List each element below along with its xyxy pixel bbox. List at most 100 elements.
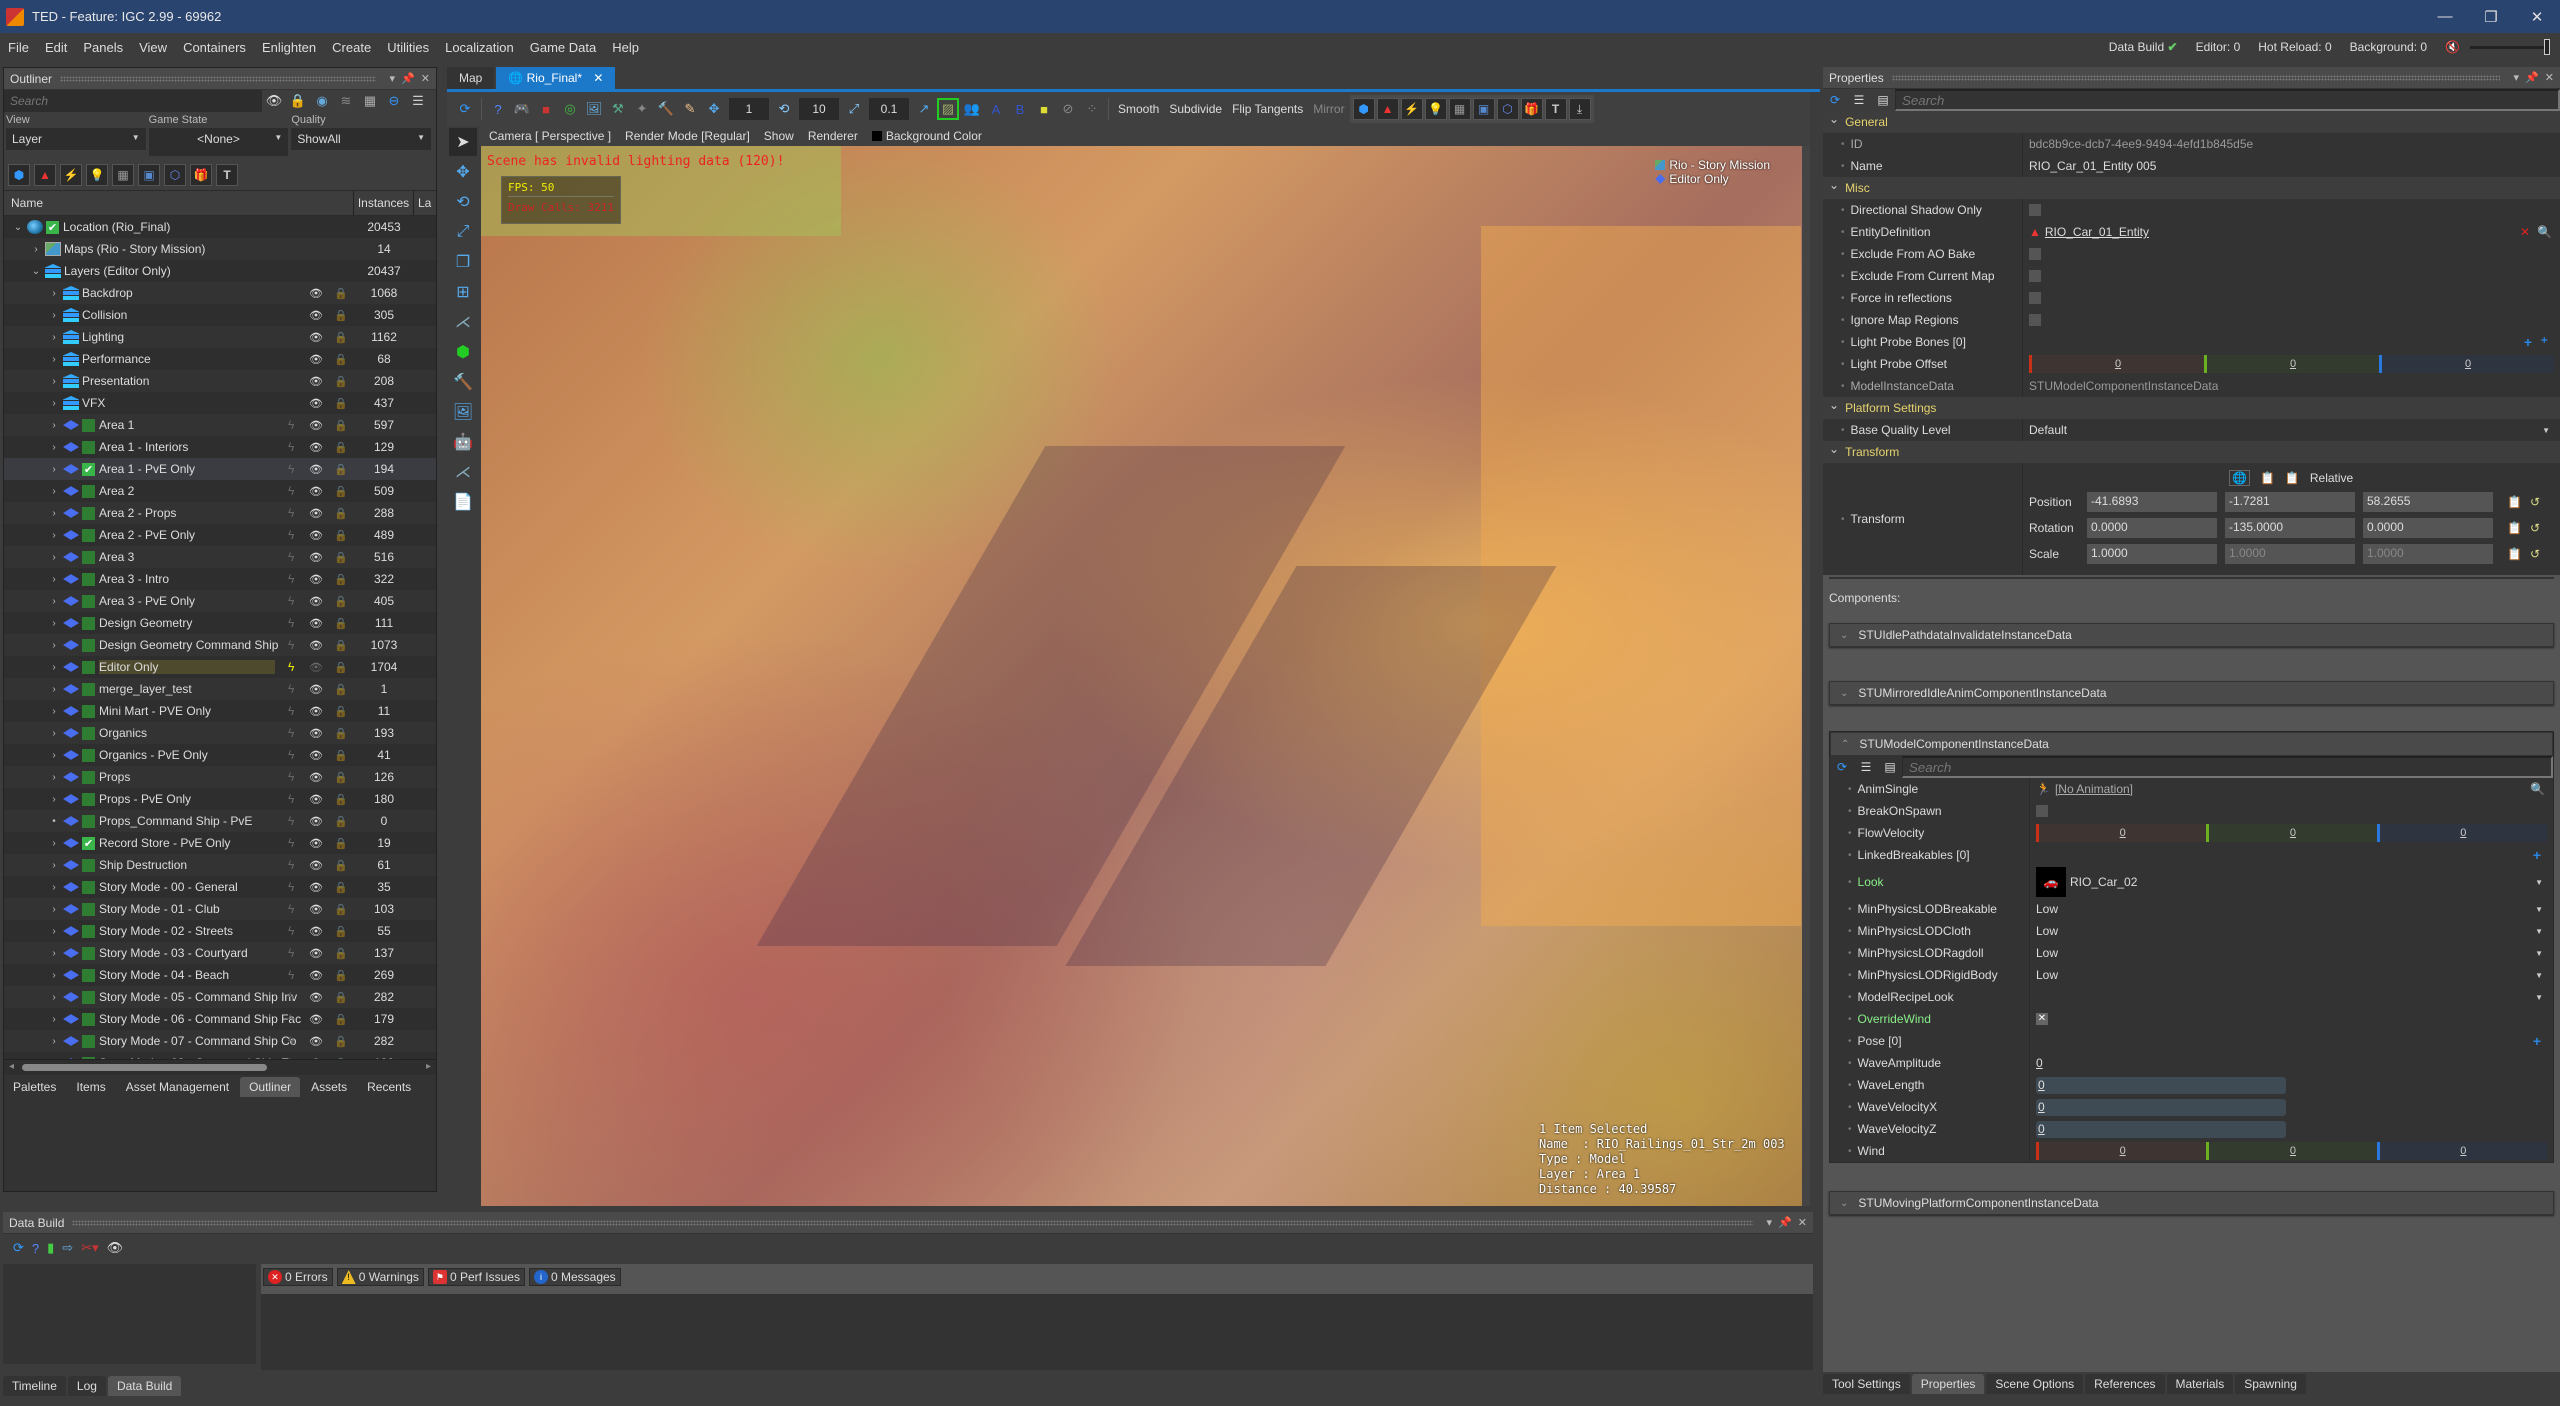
lightning-icon[interactable]: ϟ: [288, 660, 294, 674]
visibility-eye-icon[interactable]: 👁: [309, 727, 323, 740]
menu-edit[interactable]: Edit: [37, 40, 75, 55]
layer-checkbox[interactable]: [82, 638, 95, 652]
wave-velocity-x-slider[interactable]: 0: [2036, 1098, 2286, 1116]
layer-checkbox[interactable]: [82, 528, 95, 542]
expand-arrow-icon[interactable]: ›: [48, 970, 60, 981]
tab-items[interactable]: Items: [67, 1077, 115, 1097]
visibility-eye-icon[interactable]: 👁: [309, 287, 323, 300]
add-multiple-icon[interactable]: ⁺: [2541, 334, 2548, 351]
visibility-eye-icon[interactable]: 👁: [309, 749, 323, 762]
menu-enlighten[interactable]: Enlighten: [254, 40, 324, 55]
layer-checkbox[interactable]: [82, 1012, 95, 1026]
x-field[interactable]: 0: [2029, 355, 2204, 373]
visibility-eye-icon[interactable]: 👁: [309, 881, 323, 894]
green-cube-icon[interactable]: ⬢: [449, 338, 477, 366]
layer-checkbox[interactable]: [82, 902, 95, 916]
lightning-icon[interactable]: ϟ: [288, 748, 294, 762]
expand-arrow-icon[interactable]: ›: [48, 618, 60, 629]
lod-ragdoll-select[interactable]: Low: [2030, 942, 2553, 964]
z-field[interactable]: 0: [2376, 824, 2547, 842]
tree-row[interactable]: › Editor Only ϟ 👁 🔒 1704: [4, 656, 436, 678]
layer-checkbox[interactable]: ✔: [82, 462, 95, 476]
entity-icon[interactable]: ⬢: [1352, 98, 1375, 120]
new-document-icon[interactable]: 📄: [449, 488, 477, 516]
hexagon-icon[interactable]: ⬡: [1496, 98, 1519, 120]
visibility-eye-icon[interactable]: 👁: [309, 1013, 323, 1026]
robot-icon[interactable]: 🤖: [449, 428, 477, 456]
lock-icon[interactable]: 🔒: [334, 837, 348, 850]
flip-tangents-button[interactable]: Flip Tangents: [1232, 102, 1303, 116]
tab-timeline[interactable]: Timeline: [3, 1376, 66, 1396]
visibility-eye-icon[interactable]: 👁: [309, 617, 323, 630]
entity-filter-icon[interactable]: ⬢: [8, 164, 30, 186]
speaker-muted-icon[interactable]: 🔇: [2445, 40, 2460, 54]
expand-arrow-icon[interactable]: ›: [48, 596, 60, 607]
gallery-icon[interactable]: 🖼: [449, 398, 477, 426]
bandage-icon[interactable]: ✎: [681, 100, 699, 118]
mirror-button[interactable]: Mirror: [1313, 102, 1344, 116]
expand-arrow-icon[interactable]: ›: [48, 794, 60, 805]
lock-icon[interactable]: 🔒: [334, 529, 348, 542]
lock-icon[interactable]: 🔒: [334, 419, 348, 432]
lock-icon[interactable]: 🔒: [334, 463, 348, 476]
close-window-button[interactable]: ✕: [2514, 0, 2560, 33]
outliner-horizontal-scrollbar[interactable]: ◂ ▸: [4, 1059, 436, 1075]
tree-row[interactable]: › Props - PvE Only ϟ 👁 🔒 180: [4, 788, 436, 810]
expand-arrow-icon[interactable]: ›: [48, 464, 60, 475]
pin-icon[interactable]: 📌: [1778, 1216, 1792, 1229]
tree-row[interactable]: › ✔ Area 1 - PvE Only ϟ 👁 🔒 194: [4, 458, 436, 480]
scale-snap-input[interactable]: 0.1: [869, 98, 909, 120]
name-field[interactable]: RIO_Car_01_Entity 005: [2023, 155, 2560, 177]
translate-snap-icon[interactable]: ✥: [705, 100, 723, 118]
expand-arrow-icon[interactable]: ›: [48, 1036, 60, 1047]
close-panel-icon[interactable]: ✕: [1798, 1216, 1807, 1229]
tree-row[interactable]: › Story Mode - 02 - Streets ϟ 👁 🔒 55: [4, 920, 436, 942]
lightning-icon[interactable]: ϟ: [288, 550, 294, 564]
lock-icon[interactable]: 🔒: [334, 925, 348, 938]
wave-amplitude-field[interactable]: 0: [2030, 1052, 2553, 1074]
robot-bone-icon[interactable]: ⋌: [449, 458, 477, 486]
layer-checkbox[interactable]: [82, 814, 95, 828]
help-icon[interactable]: ?: [32, 1241, 39, 1256]
expand-arrow-icon[interactable]: ›: [48, 926, 60, 937]
tab-asset-management[interactable]: Asset Management: [116, 1077, 239, 1097]
layer-b-icon[interactable]: B: [1011, 100, 1029, 118]
tab-spawning[interactable]: Spawning: [2235, 1374, 2306, 1394]
columns-icon[interactable]: ☰: [409, 92, 427, 110]
tab-tool-settings[interactable]: Tool Settings: [1823, 1374, 1910, 1394]
game-state-select[interactable]: <None>: [148, 128, 289, 156]
expand-arrow-icon[interactable]: ›: [48, 354, 60, 365]
lightning-icon[interactable]: ϟ: [288, 880, 294, 894]
copy-icon[interactable]: 📋: [2507, 521, 2522, 535]
look-select[interactable]: 🚗 RIO_Car_02: [2030, 866, 2553, 898]
layer-checkbox[interactable]: [82, 858, 95, 872]
tab-assets[interactable]: Assets: [302, 1077, 357, 1097]
tree-row[interactable]: › Lighting 👁 🔒 1162: [4, 326, 436, 348]
tree-row[interactable]: › Props ϟ 👁 🔒 126: [4, 766, 436, 788]
folder-icon[interactable]: ■: [1035, 100, 1053, 118]
tab-scene-options[interactable]: Scene Options: [1986, 1374, 2084, 1394]
lock-icon[interactable]: 🔒: [334, 485, 348, 498]
layer-checkbox[interactable]: [82, 550, 95, 564]
visibility-eye-icon[interactable]: 👁: [309, 397, 323, 410]
expand-arrow-icon[interactable]: ›: [48, 574, 60, 585]
lock-icon[interactable]: 🔒: [334, 331, 348, 344]
view-filter[interactable]: View Layer: [6, 114, 146, 156]
external-link-icon[interactable]: ↗: [915, 100, 933, 118]
lightning-icon[interactable]: ϟ: [288, 1034, 294, 1048]
render-mode-menu[interactable]: Render Mode [Regular]: [625, 129, 750, 143]
tree-row[interactable]: › Collision 👁 🔒 305: [4, 304, 436, 326]
tree-row[interactable]: › Design Geometry Command Ship ϟ 👁 🔒 1073: [4, 634, 436, 656]
tree-row[interactable]: › Area 3 - PvE Only ϟ 👁 🔒 405: [4, 590, 436, 612]
scale-snap-icon[interactable]: ⤢: [845, 100, 863, 118]
scale-tool-icon[interactable]: ⤢: [449, 218, 477, 246]
lightning-icon[interactable]: ϟ: [288, 792, 294, 806]
refresh-icon[interactable]: ⟳: [456, 100, 474, 118]
lock-icon[interactable]: 🔒: [334, 551, 348, 564]
lightning-icon[interactable]: ϟ: [288, 990, 294, 1004]
volume-slider-handle[interactable]: [2544, 38, 2550, 55]
layer-checkbox[interactable]: ✔: [82, 836, 95, 850]
translate-snap-input[interactable]: 1: [729, 98, 769, 120]
tab-palettes[interactable]: Palettes: [4, 1077, 66, 1097]
x-field[interactable]: 0: [2036, 824, 2207, 842]
